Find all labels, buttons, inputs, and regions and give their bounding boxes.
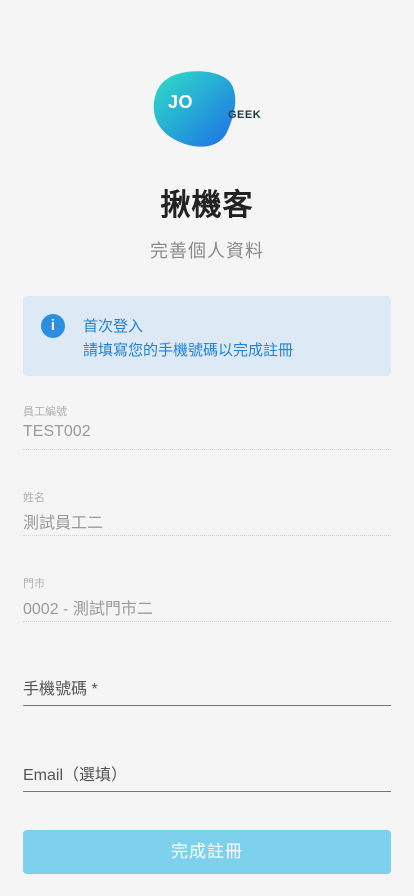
logo-primary-text: JO [168, 92, 194, 112]
phone-input[interactable] [23, 675, 391, 705]
name-field: 姓名 測試員工二 [23, 489, 391, 536]
store-value: 0002 - 測試門市二 [23, 601, 153, 618]
first-login-notice: i 首次登入 請填寫您的手機號碼以完成註冊 [23, 296, 391, 376]
store-field: 門市 0002 - 測試門市二 [23, 575, 391, 622]
name-label: 姓名 [23, 492, 45, 504]
email-field[interactable] [23, 761, 391, 792]
employee-id-label: 員工編號 [23, 406, 67, 418]
employee-id-value: TEST002 [23, 423, 91, 440]
page-subtitle: 完善個人資料 [150, 241, 264, 261]
app-title: 揪機客 [160, 189, 254, 222]
brand-logo: JO GEEK [150, 70, 266, 148]
email-input[interactable] [23, 761, 391, 791]
notice-title: 首次登入 [83, 318, 144, 335]
complete-registration-button[interactable]: 完成註冊 [23, 830, 391, 874]
logo-secondary-text: GEEK [228, 109, 262, 121]
notice-message: 請填寫您的手機號碼以完成註冊 [83, 342, 294, 359]
store-label: 門市 [23, 578, 45, 590]
info-icon: i [41, 314, 65, 338]
employee-id-field: 員工編號 TEST002 [23, 403, 391, 450]
phone-field[interactable] [23, 675, 391, 706]
name-value: 測試員工二 [23, 515, 104, 532]
